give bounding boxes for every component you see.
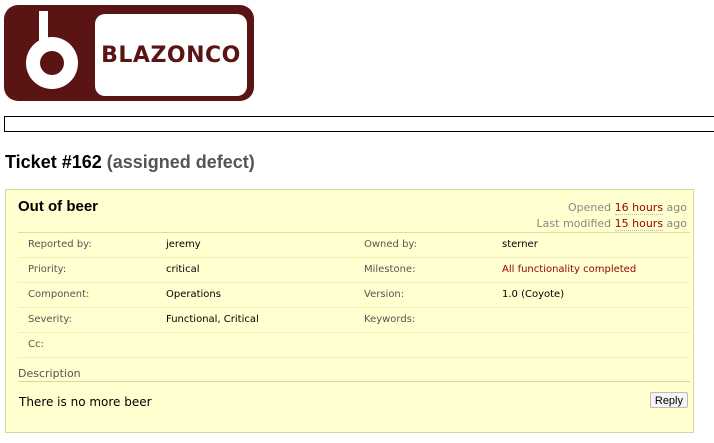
severity-value: Functional, Critical [166, 314, 259, 325]
ticket-box: Out of beer Opened 16 hours ago Last mod… [5, 189, 694, 433]
modified-line: Last modified 15 hours ago [536, 217, 687, 231]
property-row: Reported by: jeremy Owned by: sterner [18, 233, 690, 258]
ticket-properties: Reported by: jeremy Owned by: sterner Pr… [18, 232, 690, 358]
site-logo[interactable]: BLAZONCO [4, 5, 254, 101]
ticket-number: Ticket #162 [5, 152, 102, 172]
b-logo-icon [26, 11, 78, 89]
description-text: There is no more beer [19, 395, 152, 409]
owned-by-value: sterner [502, 239, 538, 250]
milestone-label: Milestone: [364, 264, 416, 275]
logo-wordmark: BLAZONCO [101, 42, 241, 68]
property-row: Cc: [18, 333, 690, 358]
priority-label: Priority: [28, 264, 67, 275]
owned-by-label: Owned by: [364, 239, 417, 250]
description-heading: Description [18, 366, 690, 382]
cc-label: Cc: [28, 339, 44, 350]
main-nav-bar [4, 116, 714, 132]
opened-timeline-link[interactable]: 16 hours [614, 201, 664, 215]
property-row: Component: Operations Version: 1.0 (Coyo… [18, 283, 690, 308]
reported-by-value: jeremy [166, 239, 201, 250]
reply-button[interactable]: Reply [649, 392, 688, 408]
opened-line: Opened 16 hours ago [567, 201, 687, 215]
version-label: Version: [364, 289, 405, 300]
keywords-label: Keywords: [364, 314, 416, 325]
property-row: Severity: Functional, Critical Keywords: [18, 308, 690, 333]
severity-label: Severity: [28, 314, 72, 325]
component-value: Operations [166, 289, 221, 300]
property-row: Priority: critical Milestone: All functi… [18, 258, 690, 283]
reported-by-label: Reported by: [28, 239, 92, 250]
ticket-summary: Out of beer [18, 198, 99, 215]
version-value: 1.0 (Coyote) [502, 289, 565, 300]
priority-value: critical [166, 264, 200, 275]
ticket-status: (assigned defect) [106, 152, 255, 172]
logo-wordmark-plate: BLAZONCO [95, 14, 247, 96]
modified-timeline-link[interactable]: 15 hours [614, 217, 664, 231]
component-label: Component: [28, 289, 90, 300]
milestone-link[interactable]: All functionality completed [502, 258, 636, 282]
page-title: Ticket #162 (assigned defect) [5, 152, 255, 173]
ticket-dates: Opened 16 hours ago Last modified 15 hou… [537, 200, 687, 232]
